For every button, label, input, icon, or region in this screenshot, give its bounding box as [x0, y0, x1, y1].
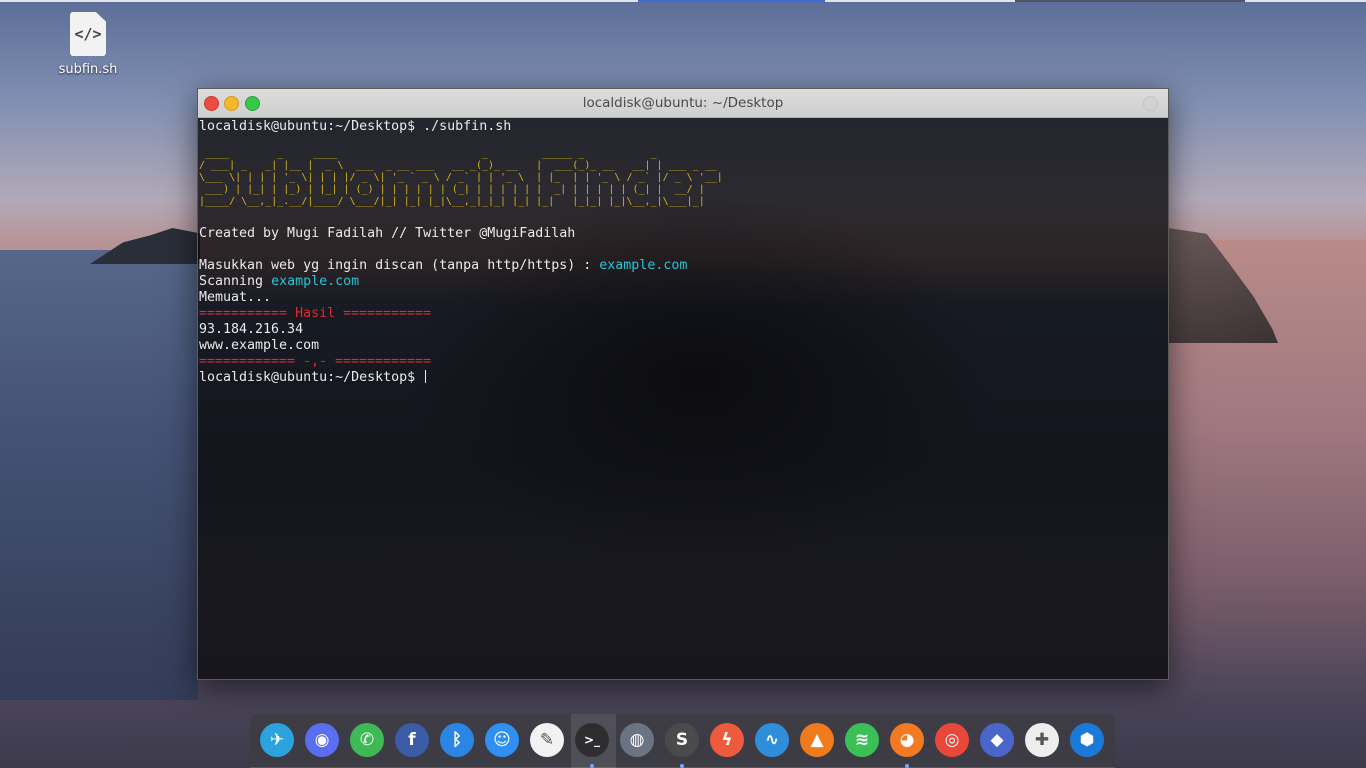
- command-line: localdisk@ubuntu:~/Desktop$ ./subfin.sh: [199, 119, 512, 134]
- scanning-domain: example.com: [271, 274, 360, 289]
- gamepad-icon[interactable]: ◆: [980, 723, 1014, 757]
- helmet-icon[interactable]: ⬢: [1070, 723, 1104, 757]
- text-editor-icon[interactable]: ✎: [530, 723, 564, 757]
- window-titlebar[interactable]: localdisk@ubuntu: ~/Desktop: [198, 89, 1168, 118]
- running-indicator: [905, 764, 909, 768]
- flash-icon[interactable]: ϟ: [710, 723, 744, 757]
- shell-prompt: localdisk@ubuntu:~/Desktop$: [199, 370, 424, 385]
- finder-icon[interactable]: ☺: [485, 723, 519, 757]
- sublime-text-icon[interactable]: S: [665, 723, 699, 757]
- desktop-file-subfin[interactable]: </> subfin.sh: [56, 12, 120, 77]
- discord-icon[interactable]: ◉: [305, 723, 339, 757]
- result-footer: ============ -,- ============: [199, 354, 432, 369]
- running-indicator: [680, 764, 684, 768]
- window-title: localdisk@ubuntu: ~/Desktop: [582, 95, 784, 111]
- result-header: =========== Hasil ===========: [199, 306, 432, 321]
- dock: ✈ ◉ ✆ f ᛒ ☺ ✎ >_ ◍ Sϟ ∿ ▲ ≋ ◕ ◎ ◆ ✚ ⬢: [250, 714, 1115, 768]
- ascii-banner: ____ _ ____ _ _____ _ _ / ___| _ _| |__ …: [199, 148, 723, 207]
- input-prompt-text: Masukkan web yg ingin discan (tanpa http…: [199, 258, 600, 273]
- input-domain-value: example.com: [599, 258, 688, 273]
- spotify-icon[interactable]: ≋: [845, 723, 879, 757]
- bluetooth-icon[interactable]: ᛒ: [440, 723, 474, 757]
- wallpaper-sea-left: [0, 250, 198, 700]
- firefox-icon[interactable]: ◕: [890, 723, 924, 757]
- telegram-icon[interactable]: ✈: [260, 723, 294, 757]
- chrome-icon[interactable]: ◎: [935, 723, 969, 757]
- text-cursor: [425, 370, 427, 383]
- script-file-icon: </>: [70, 12, 106, 56]
- result-item: www.example.com: [199, 338, 320, 353]
- terminal-window[interactable]: localdisk@ubuntu: ~/Desktop localdisk@ub…: [197, 88, 1169, 680]
- loading-line: Memuat...: [199, 290, 272, 305]
- top-panel-strip: [0, 0, 1366, 2]
- running-indicator: [590, 764, 594, 768]
- vlc-icon[interactable]: ▲: [800, 723, 834, 757]
- terminal-icon[interactable]: >_: [575, 723, 609, 757]
- scanning-label: Scanning: [199, 274, 272, 289]
- active-workspace-indicator[interactable]: [638, 0, 825, 2]
- desktop-file-label: subfin.sh: [58, 62, 118, 77]
- titlebar-menu-button[interactable]: [1143, 96, 1158, 111]
- wireshark-icon[interactable]: ∿: [755, 723, 789, 757]
- input-prompt-line: Masukkan web yg ingin discan (tanpa http…: [199, 258, 1168, 274]
- wallpaper-island: [90, 228, 200, 264]
- scanning-line: Scanning example.com: [199, 274, 1168, 290]
- facebook-icon[interactable]: f: [395, 723, 429, 757]
- whatsapp-icon[interactable]: ✆: [350, 723, 384, 757]
- playstation-icon[interactable]: ✚: [1025, 723, 1059, 757]
- credit-line: Created by Mugi Fadilah // Twitter @Mugi…: [199, 226, 576, 241]
- panel-right-segment: [1015, 0, 1245, 2]
- terminal-output[interactable]: localdisk@ubuntu:~/Desktop$ ./subfin.sh …: [198, 118, 1168, 679]
- download-globe-icon[interactable]: ◍: [620, 723, 654, 757]
- final-prompt-line[interactable]: localdisk@ubuntu:~/Desktop$: [199, 370, 1168, 386]
- result-item: 93.184.216.34: [199, 322, 304, 337]
